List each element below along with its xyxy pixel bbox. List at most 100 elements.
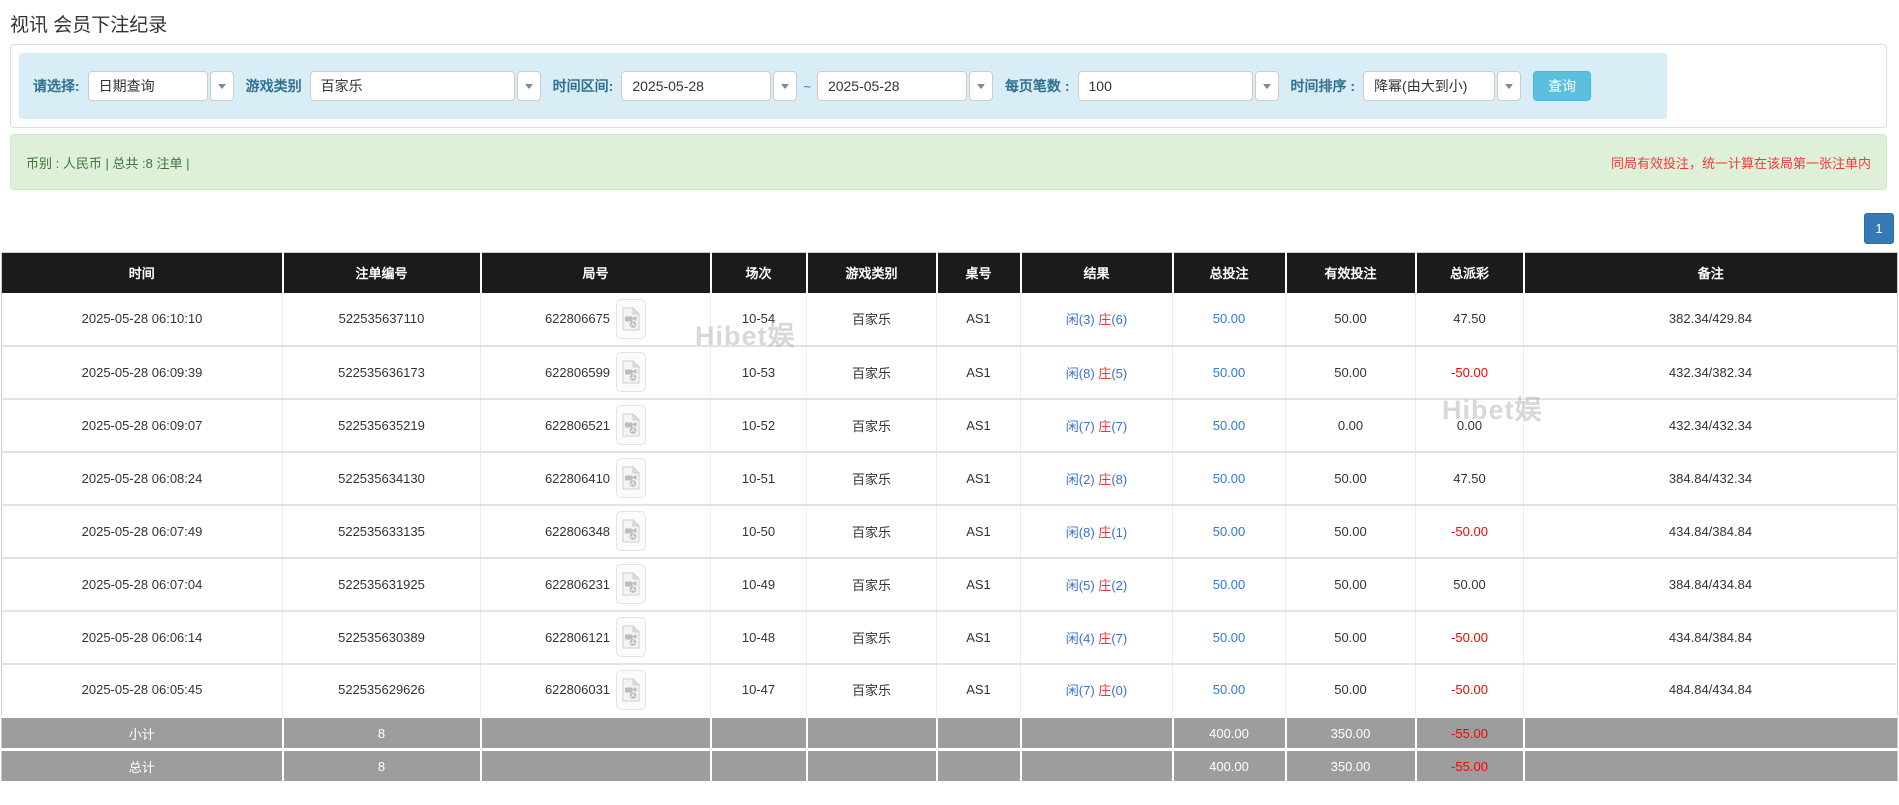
sort-label: 时间排序 : (1290, 78, 1356, 94)
cell-game-type: 百家乐 (806, 557, 937, 612)
cell-total-bet[interactable]: 50.00 (1172, 292, 1286, 347)
date-from-select[interactable]: 2025-05-28 (621, 71, 798, 101)
cell-result: 闲(8) 庄(1) (1020, 504, 1173, 559)
page-size-select[interactable]: 100 (1077, 71, 1279, 101)
sort-select[interactable]: 降幂(由大到小) (1363, 71, 1522, 101)
total-bet-link[interactable]: 50.00 (1213, 524, 1246, 539)
cell-remark: 432.34/382.34 (1523, 345, 1898, 400)
result-banker: 庄 (1098, 365, 1112, 381)
result-player: 闲(2) (1065, 471, 1099, 487)
result-banker: 庄 (1098, 630, 1112, 646)
cell-time: 2025-05-28 06:09:39 (1, 345, 283, 400)
video-replay-button[interactable] (616, 405, 647, 445)
total-bet-link[interactable]: 50.00 (1213, 630, 1246, 645)
date-from-value[interactable]: 2025-05-28 (621, 71, 772, 101)
records-table-wrap: 时间 注单编号 局号 场次 游戏类别 桌号 结果 总投注 有效投注 总派彩 备注 2025-05-2… (1, 252, 1898, 784)
total-bet-link[interactable]: 50.00 (1213, 365, 1246, 380)
cell-total-bet[interactable]: 50.00 (1172, 345, 1286, 400)
total-bet-link[interactable]: 50.00 (1213, 418, 1246, 433)
video-replay-button[interactable] (616, 617, 647, 657)
cell-table-no: AS1 (936, 663, 1021, 718)
total-row-cell-4 (806, 748, 938, 784)
cell-total-bet[interactable]: 50.00 (1172, 451, 1286, 506)
round-id-text: 622806599 (544, 364, 611, 380)
cell-valid-bet: 50.00 (1285, 504, 1416, 559)
subtotal-row-cell-2 (480, 715, 712, 751)
cell-table-no: AS1 (936, 451, 1021, 506)
search-button[interactable]: 查询 (1533, 71, 1592, 101)
result-banker: 庄 (1098, 418, 1112, 434)
subtotal-row: 小计 8 400.00 350.00 -55.00 (1, 715, 1898, 751)
round-id-group: 622806599 (481, 352, 710, 392)
cell-game-type: 百家乐 (806, 292, 937, 347)
pagination-page-1[interactable]: 1 (1864, 213, 1894, 244)
records-table: 时间 注单编号 局号 场次 游戏类别 桌号 结果 总投注 有效投注 总派彩 备注 2025-05-2… (1, 252, 1898, 784)
round-id-text: 622806521 (544, 417, 611, 433)
cell-bet-id: 522535629626 (282, 663, 481, 718)
subtotal-row-cell-4 (806, 715, 938, 751)
column-header-5: 桌号 (936, 252, 1022, 293)
video-replay-button[interactable] (616, 458, 647, 498)
cell-total-bet[interactable]: 50.00 (1172, 663, 1286, 718)
game-type-value[interactable]: 百家乐 (309, 71, 515, 101)
cell-total-bet[interactable]: 50.00 (1172, 398, 1286, 453)
round-id-group: 622806348 (481, 511, 710, 551)
date-to-value[interactable]: 2025-05-28 (816, 71, 967, 101)
video-file-icon (622, 466, 641, 490)
cell-round-id: 622806675 (480, 292, 711, 347)
query-type-select[interactable]: 日期查询 (87, 71, 234, 101)
total-row-cell-7: 400.00 (1172, 748, 1287, 784)
cell-table-no: AS1 (936, 292, 1021, 347)
result-player: 闲(5) (1065, 577, 1099, 593)
chevron-down-icon (976, 83, 985, 89)
video-replay-button[interactable] (616, 511, 647, 551)
date-to-select[interactable]: 2025-05-28 (816, 71, 993, 101)
cell-game-type: 百家乐 (806, 504, 937, 559)
cell-bet-id: 522535630389 (282, 610, 481, 665)
chevron-down-icon[interactable] (968, 71, 993, 101)
subtotal-row-cell-7: 400.00 (1172, 715, 1287, 751)
game-type-select[interactable]: 百家乐 (309, 71, 541, 101)
total-bet-link[interactable]: 50.00 (1213, 471, 1246, 486)
chevron-down-icon[interactable] (516, 71, 541, 101)
result-banker-points: (6) (1111, 312, 1128, 327)
result-banker: 庄 (1098, 471, 1112, 487)
cell-total-bet[interactable]: 50.00 (1172, 610, 1286, 665)
cell-total-bet[interactable]: 50.00 (1172, 504, 1286, 559)
chevron-down-icon[interactable] (773, 71, 798, 101)
total-row-cell-1: 8 (282, 748, 482, 784)
column-header-4: 游戏类别 (806, 252, 938, 293)
chevron-down-icon[interactable] (1254, 71, 1279, 101)
query-type-label: 请选择: (33, 78, 80, 94)
date-range-label: 时间区间: (552, 78, 614, 94)
game-type-label: 游戏类别 (245, 78, 302, 94)
cell-table-no: AS1 (936, 398, 1021, 453)
video-replay-button[interactable] (616, 564, 647, 604)
result-banker-points: (2) (1111, 577, 1128, 593)
video-replay-button[interactable] (616, 352, 647, 392)
cell-total-bet[interactable]: 50.00 (1172, 557, 1286, 612)
chevron-down-icon[interactable] (209, 71, 234, 101)
cell-session: 10-52 (710, 398, 807, 453)
subtotal-row-cell-8: 350.00 (1285, 715, 1417, 751)
video-file-icon (622, 413, 641, 437)
result-player: 闲(7) (1065, 683, 1099, 699)
total-bet-link[interactable]: 50.00 (1213, 682, 1246, 697)
cell-valid-bet: 50.00 (1285, 345, 1416, 400)
cell-session: 10-54 (710, 292, 807, 347)
query-type-value[interactable]: 日期查询 (87, 71, 208, 101)
cell-payout: 47.50 (1415, 292, 1524, 347)
column-header-2: 局号 (480, 252, 712, 293)
video-replay-button[interactable] (616, 298, 647, 339)
sort-value[interactable]: 降幂(由大到小) (1363, 71, 1496, 101)
column-header-6: 结果 (1020, 252, 1174, 293)
round-id-text: 622806348 (544, 523, 611, 539)
page-size-value[interactable]: 100 (1077, 71, 1253, 101)
total-row-cell-0: 总计 (1, 748, 284, 784)
total-bet-link[interactable]: 50.00 (1213, 311, 1246, 326)
cell-bet-id: 522535635219 (282, 398, 481, 453)
video-replay-button[interactable] (616, 669, 647, 710)
chevron-down-icon[interactable] (1497, 71, 1522, 101)
total-bet-link[interactable]: 50.00 (1213, 577, 1246, 592)
filter-panel: 请选择: 日期查询 游戏类别 百家乐 时间区间: 2025-05-28 ~ 20… (10, 44, 1887, 128)
